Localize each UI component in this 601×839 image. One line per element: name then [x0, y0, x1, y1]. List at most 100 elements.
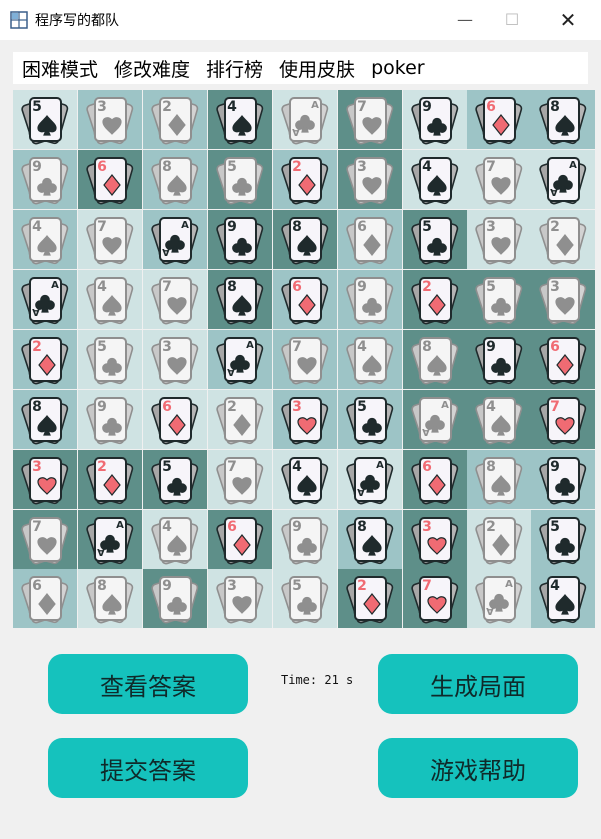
- card-tile[interactable]: 8: [143, 150, 207, 209]
- card-tile[interactable]: 3: [273, 390, 337, 449]
- card-tile[interactable]: AA: [78, 510, 142, 569]
- card-tile[interactable]: 6: [13, 569, 77, 628]
- view-answer-button[interactable]: 查看答案: [48, 654, 248, 714]
- card-tile[interactable]: 5: [403, 210, 467, 269]
- card-tile[interactable]: 4: [467, 390, 531, 449]
- card-tile[interactable]: 9: [273, 510, 337, 569]
- card-tile[interactable]: 5: [143, 450, 207, 509]
- card-tile[interactable]: 2: [143, 90, 207, 149]
- card-tile[interactable]: 7: [273, 330, 337, 389]
- card-tile[interactable]: 7: [13, 510, 77, 569]
- card-tile[interactable]: 3: [403, 510, 467, 569]
- card-tile[interactable]: 8: [208, 270, 272, 329]
- card-tile[interactable]: 8: [78, 569, 142, 628]
- card-tile[interactable]: 8: [467, 450, 531, 509]
- card-tile[interactable]: 5: [78, 330, 142, 389]
- card-tile[interactable]: 2: [13, 330, 77, 389]
- card-tile[interactable]: 9: [143, 569, 207, 628]
- card-tile[interactable]: 6: [531, 330, 595, 389]
- card-tile[interactable]: 2: [467, 510, 531, 569]
- card-tile[interactable]: 5: [273, 569, 337, 628]
- card-tile[interactable]: 3: [13, 450, 77, 509]
- card-tile[interactable]: 3: [467, 210, 531, 269]
- card-tile[interactable]: 4: [403, 150, 467, 209]
- card-tile[interactable]: 5: [208, 150, 272, 209]
- card-tile[interactable]: 6: [273, 270, 337, 329]
- generate-board-button[interactable]: 生成局面: [378, 654, 578, 714]
- card-tile[interactable]: 7: [143, 270, 207, 329]
- menu-item-leaderboard[interactable]: 排行榜: [206, 55, 263, 82]
- card-tile[interactable]: 6: [467, 90, 531, 149]
- playing-card: AA: [216, 336, 264, 384]
- card-tile[interactable]: AA: [467, 569, 531, 628]
- menu-item-skins[interactable]: 使用皮肤: [279, 55, 355, 82]
- card-tile[interactable]: 5: [13, 90, 77, 149]
- card-tile[interactable]: 9: [208, 210, 272, 269]
- card-tile[interactable]: 5: [531, 510, 595, 569]
- card-tile[interactable]: 4: [273, 450, 337, 509]
- card-tile[interactable]: 9: [467, 330, 531, 389]
- card-tile[interactable]: AA: [403, 390, 467, 449]
- card-tile[interactable]: AA: [531, 150, 595, 209]
- card-tile[interactable]: 9: [403, 90, 467, 149]
- card-tile[interactable]: 3: [78, 90, 142, 149]
- card-tile[interactable]: 9: [13, 150, 77, 209]
- card-tile[interactable]: 4: [13, 210, 77, 269]
- card-tile[interactable]: 2: [78, 450, 142, 509]
- card-tile[interactable]: 2: [273, 150, 337, 209]
- playing-card: 5: [539, 516, 587, 564]
- menu-item-hard-mode[interactable]: 困难模式: [22, 55, 98, 82]
- card-tile[interactable]: 6: [208, 510, 272, 569]
- card-tile[interactable]: AA: [273, 90, 337, 149]
- card-tile[interactable]: 2: [403, 270, 467, 329]
- card-tile[interactable]: 7: [531, 390, 595, 449]
- card-rank: 2: [422, 279, 432, 295]
- card-tile[interactable]: 2: [531, 210, 595, 269]
- card-tile[interactable]: 6: [78, 150, 142, 209]
- menu-item-change-difficulty[interactable]: 修改难度: [114, 55, 190, 82]
- card-tile[interactable]: 7: [78, 210, 142, 269]
- card-tile[interactable]: AA: [143, 210, 207, 269]
- card-tile[interactable]: 4: [143, 510, 207, 569]
- card-tile[interactable]: 7: [338, 90, 402, 149]
- game-help-button[interactable]: 游戏帮助: [378, 738, 578, 798]
- card-tile[interactable]: 7: [208, 450, 272, 509]
- card-tile[interactable]: 8: [13, 390, 77, 449]
- card-tile[interactable]: 3: [338, 150, 402, 209]
- card-tile[interactable]: 4: [531, 569, 595, 628]
- playing-card: 9: [281, 516, 329, 564]
- card-tile[interactable]: 3: [208, 569, 272, 628]
- submit-answer-button[interactable]: 提交答案: [48, 738, 248, 798]
- card-rank: 6: [227, 519, 237, 535]
- card-rank: 2: [162, 99, 172, 115]
- card-tile[interactable]: 3: [143, 330, 207, 389]
- card-tile[interactable]: 2: [338, 569, 402, 628]
- card-tile[interactable]: 6: [338, 210, 402, 269]
- card-tile[interactable]: 8: [531, 90, 595, 149]
- menu-item-poker[interactable]: poker: [371, 57, 425, 79]
- card-tile[interactable]: 5: [338, 390, 402, 449]
- card-tile[interactable]: 6: [403, 450, 467, 509]
- card-tile[interactable]: 7: [403, 569, 467, 628]
- card-tile[interactable]: 3: [531, 270, 595, 329]
- card-tile[interactable]: 8: [273, 210, 337, 269]
- card-tile[interactable]: 9: [338, 270, 402, 329]
- card-tile[interactable]: 6: [143, 390, 207, 449]
- card-tile[interactable]: 9: [531, 450, 595, 509]
- card-tile[interactable]: 4: [338, 330, 402, 389]
- card-tile[interactable]: 4: [208, 90, 272, 149]
- card-tile[interactable]: 7: [467, 150, 531, 209]
- card-tile[interactable]: 8: [338, 510, 402, 569]
- card-tile[interactable]: AA: [338, 450, 402, 509]
- minimize-button[interactable]: —: [442, 0, 488, 40]
- card-tile[interactable]: 5: [467, 270, 531, 329]
- card-tile[interactable]: 4: [78, 270, 142, 329]
- card-tile[interactable]: 2: [208, 390, 272, 449]
- playing-card: AA: [151, 216, 199, 264]
- card-tile[interactable]: 8: [403, 330, 467, 389]
- close-button[interactable]: ✕: [545, 0, 591, 40]
- card-tile[interactable]: AA: [13, 270, 77, 329]
- maximize-button[interactable]: ☐: [489, 0, 535, 40]
- card-tile[interactable]: 9: [78, 390, 142, 449]
- card-tile[interactable]: AA: [208, 330, 272, 389]
